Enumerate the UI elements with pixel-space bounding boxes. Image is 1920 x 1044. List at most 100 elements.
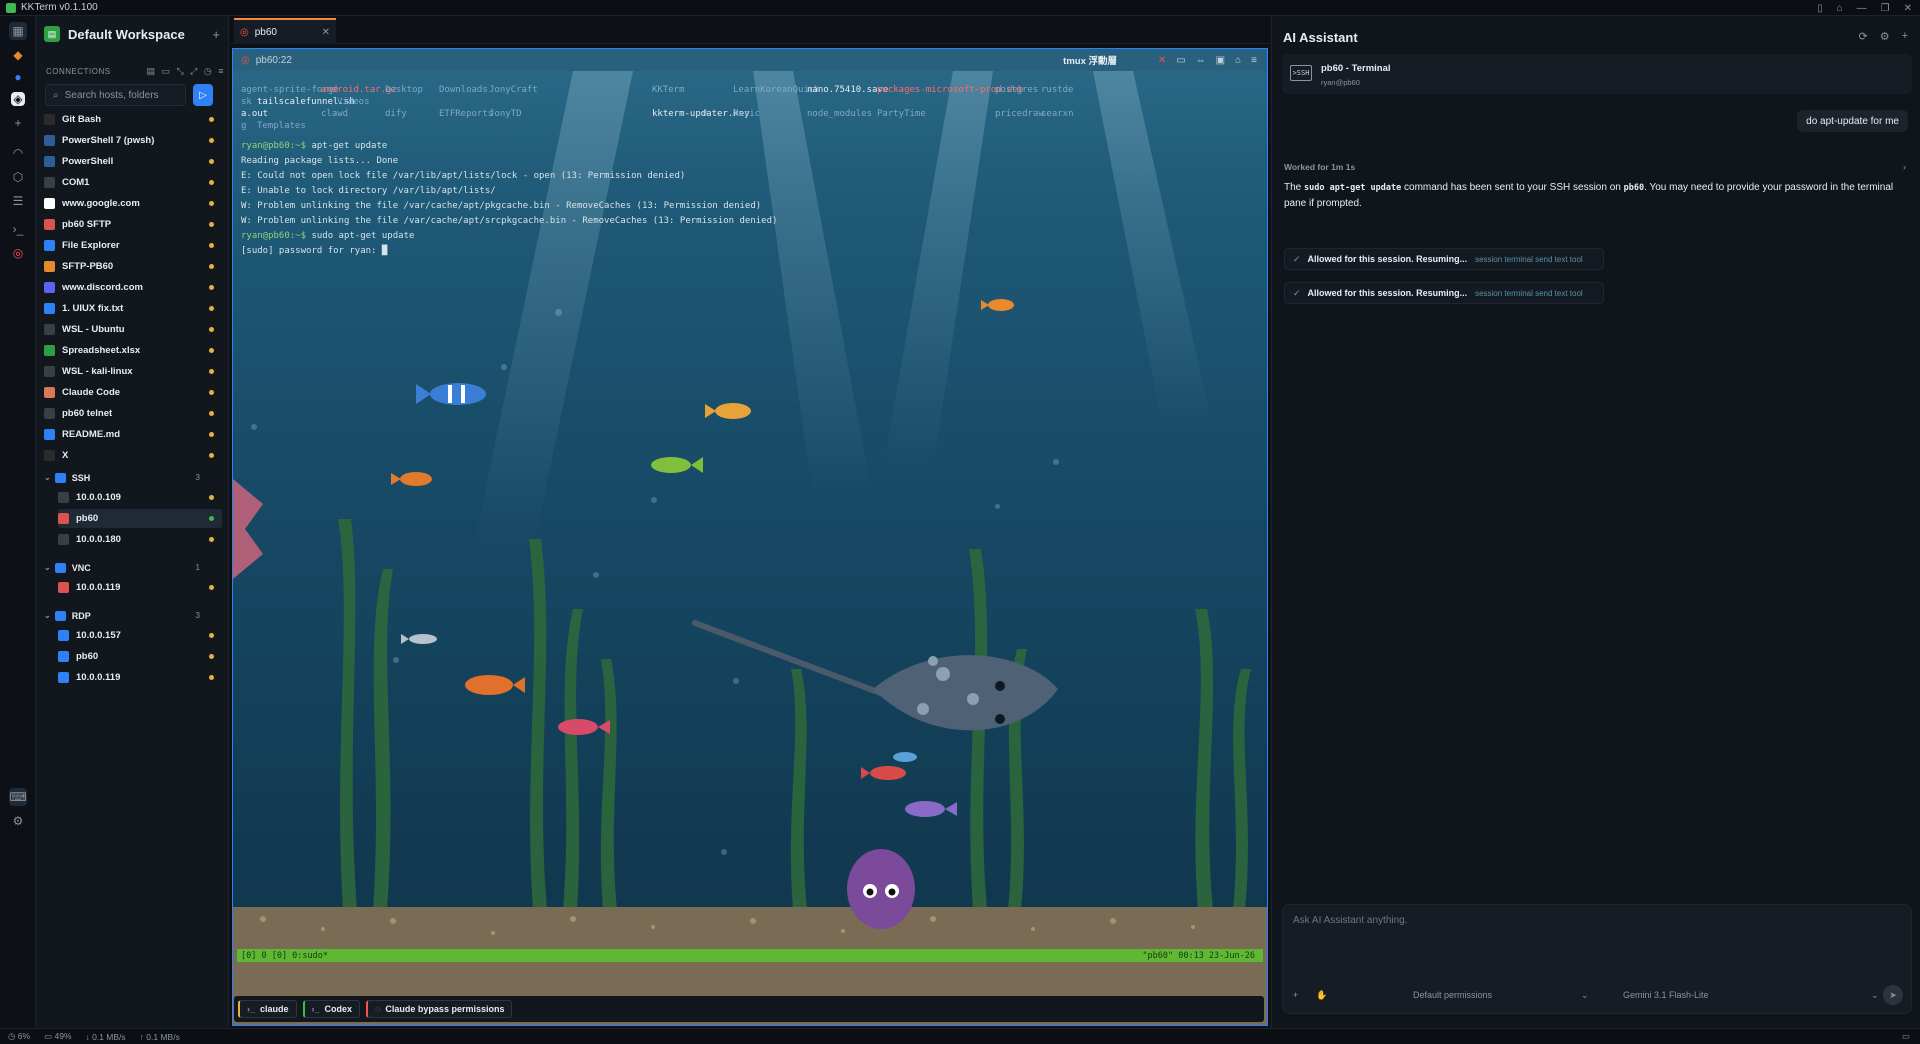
briefcase-icon[interactable]: ⌂ <box>1837 3 1843 14</box>
workspace-selector[interactable]: ▤ Default Workspace + <box>44 24 224 44</box>
new-folder-icon[interactable]: ▭ <box>161 66 170 77</box>
host-item[interactable]: PowerShell <box>44 152 222 171</box>
gear-icon[interactable]: ⚙ <box>9 812 27 830</box>
close-tab-icon[interactable]: ✕ <box>322 27 330 38</box>
shortcut-claude-bypass-permissions[interactable]: ◌ Claude bypass permissions <box>366 1000 513 1018</box>
chevron-down-icon[interactable]: ⌄ <box>1581 990 1589 1001</box>
host-item[interactable]: SFTP-PB60 <box>44 257 222 276</box>
close-button[interactable]: ✕ <box>1904 3 1912 14</box>
close-pane-icon[interactable]: ✕ <box>1158 55 1166 66</box>
search-box[interactable]: ⌕ <box>45 84 186 106</box>
tool-call-item[interactable]: ✓ Allowed for this session. Resuming... se… <box>1284 282 1604 304</box>
host-label: COM1 <box>62 177 90 188</box>
permissions-select[interactable]: Default permissions <box>1413 990 1492 1000</box>
add-workspace-button[interactable]: + <box>212 27 220 42</box>
dashboard-icon[interactable]: ▦ <box>9 22 27 40</box>
host-item[interactable]: Spreadsheet.xlsx <box>44 341 222 360</box>
chevron-down-icon[interactable]: ⌄ <box>44 563 51 572</box>
quick-connect-button[interactable]: ▷ <box>193 84 213 106</box>
maximize-pane-icon[interactable]: ▣ <box>1216 55 1225 66</box>
host-item[interactable]: File Explorer <box>44 236 222 255</box>
host-item[interactable]: WSL - kali-linux <box>44 362 222 381</box>
vnc-icon <box>58 582 69 593</box>
host-item[interactable]: www.google.com <box>44 194 222 213</box>
ls-entry: clawd <box>321 109 349 119</box>
host-item[interactable]: 1. UIUX fix.txt <box>44 299 222 318</box>
memory-usage: ▭ 49% <box>44 1031 72 1041</box>
gear-icon[interactable]: ⚙ <box>1880 30 1890 43</box>
worked-duration[interactable]: Worked for 1m 1s <box>1284 162 1355 172</box>
chat-input[interactable] <box>1293 915 1893 955</box>
host-item[interactable]: 10.0.0.119 <box>58 668 222 687</box>
refresh-icon[interactable]: ⟳ <box>1858 30 1867 43</box>
host-item[interactable]: 10.0.0.109 <box>58 488 222 507</box>
minimize-button[interactable]: — <box>1857 3 1867 14</box>
terminal-icon[interactable]: ›_ <box>9 220 27 238</box>
host-item[interactable]: COM1 <box>44 173 222 192</box>
host-item[interactable]: www.discord.com <box>44 278 222 297</box>
plugin-icon[interactable]: ◆ <box>9 46 27 64</box>
network-icon[interactable]: ● <box>9 68 27 86</box>
shortcut-codex[interactable]: ›_ Codex <box>302 1000 361 1018</box>
title-bar: KKTerm v0.1.100 ▯ ⌂ — ❐ ✕ <box>0 0 1920 16</box>
collapse-icon[interactable]: ⤡ <box>176 66 184 77</box>
server-icon[interactable]: ☰ <box>9 192 27 210</box>
shortcut-claude[interactable]: ›_ claude <box>238 1000 297 1018</box>
menu-icon[interactable]: ≡ <box>218 66 224 77</box>
tab-pb60[interactable]: ◎ pb60 ✕ <box>234 18 336 44</box>
user-message: do apt-update for me <box>1797 110 1908 132</box>
new-chat-icon[interactable]: + <box>1902 30 1908 43</box>
send-button[interactable]: ➤ <box>1883 985 1903 1005</box>
host-item[interactable]: 10.0.0.180 <box>58 530 222 549</box>
tool-icon[interactable]: ◈ <box>11 92 25 106</box>
layout-icon[interactable]: ▯ <box>1817 3 1823 14</box>
host-item[interactable]: Git Bash <box>44 110 222 129</box>
host-item[interactable]: Claude Code <box>44 383 222 402</box>
host-item[interactable]: pb60 <box>58 647 222 666</box>
chevron-down-icon[interactable]: ⌄ <box>1871 990 1879 1001</box>
icon-rail: ▦ ◆ ● ◈ + ◠ ⬡ ☰ ›_ ◎ ⌨ ⚙ <box>0 16 36 1028</box>
tool-call-item[interactable]: ✓ Allowed for this session. Resuming... se… <box>1284 248 1604 270</box>
chevron-down-icon[interactable]: ⌄ <box>44 473 51 482</box>
host-item[interactable]: 10.0.0.119 <box>58 578 222 597</box>
history-icon[interactable]: ◷ <box>204 66 212 77</box>
session-card[interactable]: >SSH pb60 - Terminal ryan@pb60 <box>1282 54 1912 94</box>
folder-ssh[interactable]: ⌄ SSH 3 <box>44 469 222 486</box>
notification-icon[interactable]: ▭ <box>1902 1031 1910 1042</box>
chevron-right-icon[interactable]: › <box>1903 162 1906 172</box>
host-item[interactable]: PowerShell 7 (pwsh) <box>44 131 222 150</box>
host-item[interactable]: README.md <box>44 425 222 444</box>
folder-icon[interactable]: ▭ <box>1176 55 1185 66</box>
attach-icon[interactable]: + <box>1293 990 1298 1000</box>
monitor-icon[interactable]: ◠ <box>9 144 27 162</box>
folder-rdp[interactable]: ⌄ RDP 3 <box>44 607 222 624</box>
chevron-down-icon[interactable]: ⌄ <box>44 611 51 620</box>
terminal-pane[interactable]: ◎ pb60:22 tmux 浮動層 ✕ ▭ ⇔ ▣ ⌂ ≡ agent-spr… <box>232 48 1268 1026</box>
host-label: pb60 <box>76 651 99 662</box>
host-item[interactable]: 10.0.0.157 <box>58 626 222 645</box>
add-icon[interactable]: + <box>9 114 27 132</box>
menu-icon[interactable]: ≡ <box>1251 55 1257 66</box>
folder-label: RDP <box>71 610 91 621</box>
host-item[interactable]: WSL - Ubuntu <box>44 320 222 339</box>
chat-icon[interactable]: ⌨ <box>9 788 27 806</box>
maximize-button[interactable]: ❐ <box>1881 3 1890 14</box>
pane-title: pb60:22 <box>255 54 292 66</box>
terminal-line: E: Could not open lock file /var/lib/apt… <box>241 171 686 181</box>
status-dot <box>209 222 214 227</box>
host-item[interactable]: pb60 telnet <box>44 404 222 423</box>
split-icon[interactable]: ⇔ <box>1196 55 1206 66</box>
host-item[interactable]: X <box>44 446 222 465</box>
box-icon[interactable]: ⬡ <box>9 168 27 186</box>
ssh-icon <box>58 492 69 503</box>
folder-vnc[interactable]: ⌄ VNC 1 <box>44 559 222 576</box>
hand-icon[interactable]: ✋ <box>1316 990 1327 1001</box>
ubuntu-icon[interactable]: ◎ <box>9 244 27 262</box>
model-select[interactable]: Gemini 3.1 Flash-Lite <box>1623 990 1709 1000</box>
host-item[interactable]: pb60 <box>58 509 222 528</box>
search-input[interactable] <box>64 89 175 101</box>
lock-icon[interactable]: ⌂ <box>1235 55 1241 66</box>
new-file-icon[interactable]: ▤ <box>146 66 155 77</box>
expand-icon[interactable]: ⤢ <box>190 66 198 77</box>
host-item[interactable]: pb60 SFTP <box>44 215 222 234</box>
